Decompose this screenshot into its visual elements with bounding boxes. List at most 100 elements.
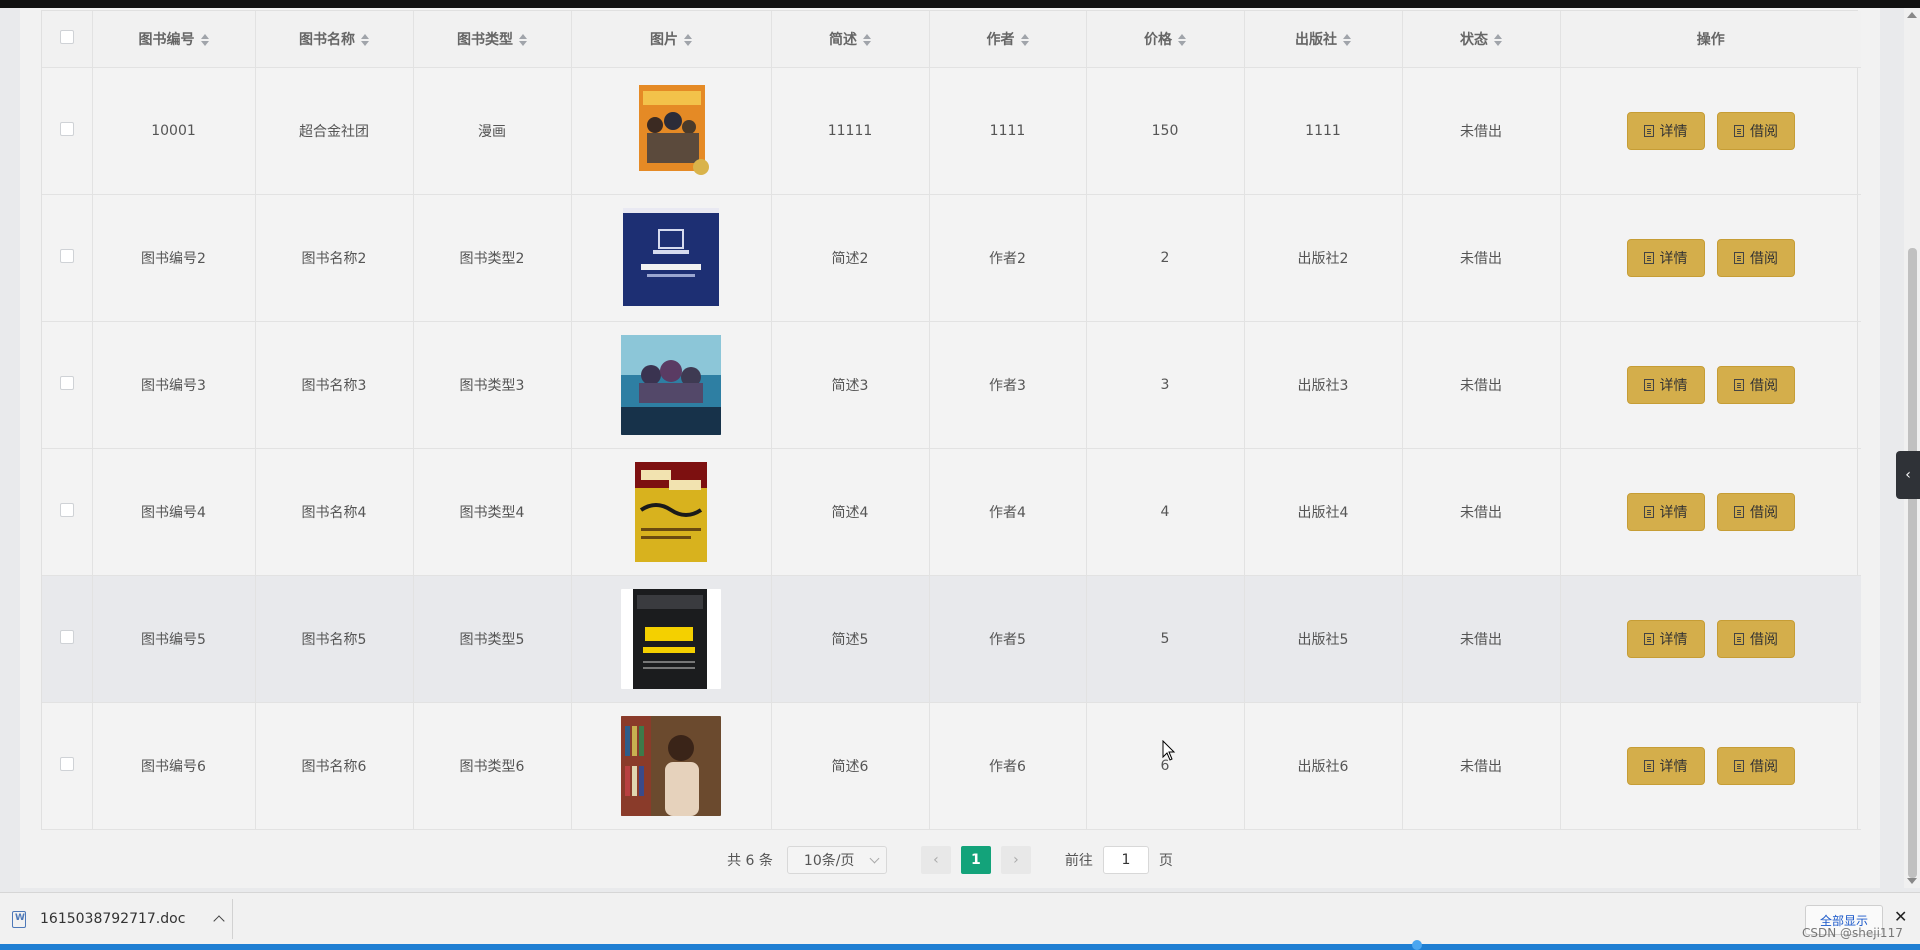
download-item[interactable]: 1615038792717.doc bbox=[12, 901, 226, 937]
progress-strip bbox=[0, 944, 1920, 950]
col-book-type[interactable]: 图书类型 bbox=[413, 11, 572, 68]
cell-book-type: 图书类型6 bbox=[413, 702, 572, 830]
cell-status: 未借出 bbox=[1402, 67, 1561, 195]
vertical-scrollbar[interactable] bbox=[1904, 8, 1920, 888]
row-checkbox[interactable] bbox=[59, 756, 74, 771]
sort-icon[interactable] bbox=[519, 33, 527, 46]
borrow-button[interactable]: 借阅 bbox=[1716, 619, 1795, 658]
next-page-button[interactable]: › bbox=[1000, 846, 1031, 874]
cell-image bbox=[571, 67, 772, 195]
sort-icon[interactable] bbox=[684, 33, 692, 46]
detail-button[interactable]: 详情 bbox=[1626, 365, 1705, 404]
borrow-button[interactable]: 借阅 bbox=[1716, 238, 1795, 277]
row-select-cell[interactable] bbox=[42, 321, 93, 449]
borrow-button-label: 借阅 bbox=[1749, 758, 1778, 775]
col-book-id-label: 图书编号 bbox=[138, 31, 195, 48]
table-row: 10001 超合金社团 漫画 11111 1111 150 1111 未借出 详… bbox=[42, 67, 1861, 195]
page-size-select[interactable]: 10条/页 bbox=[786, 846, 887, 874]
col-publisher[interactable]: 出版社 bbox=[1244, 11, 1403, 68]
sort-icon[interactable] bbox=[863, 33, 871, 46]
borrow-button[interactable]: 借阅 bbox=[1716, 365, 1795, 404]
row-select-cell[interactable] bbox=[42, 67, 93, 195]
book-table: 图书编号 图书名称 图书类型 图片 简述 作者 价格 出版社 状态 操作 100… bbox=[41, 10, 1861, 830]
table-row: 图书编号2 图书名称2 图书类型2 简述2 作者2 2 出版社2 未借出 详情 … bbox=[42, 194, 1861, 322]
row-select-cell[interactable] bbox=[42, 575, 93, 703]
cell-price: 150 bbox=[1086, 67, 1245, 195]
sort-icon[interactable] bbox=[1343, 33, 1351, 46]
row-select-cell[interactable] bbox=[42, 194, 93, 322]
borrow-button-label: 借阅 bbox=[1749, 504, 1778, 521]
col-book-name[interactable]: 图书名称 bbox=[255, 11, 414, 68]
chevron-up-icon[interactable] bbox=[213, 915, 226, 927]
borrow-button[interactable]: 借阅 bbox=[1716, 746, 1795, 785]
cell-image bbox=[571, 321, 772, 449]
detail-button[interactable]: 详情 bbox=[1626, 746, 1705, 785]
download-filename: 1615038792717.doc bbox=[40, 911, 186, 927]
select-all-cell[interactable] bbox=[42, 11, 93, 68]
col-desc-label: 简述 bbox=[829, 31, 857, 48]
book-cover-fantasy[interactable] bbox=[621, 334, 721, 435]
borrow-button-label: 借阅 bbox=[1749, 631, 1778, 648]
row-checkbox[interactable] bbox=[59, 248, 74, 263]
col-book-name-label: 图书名称 bbox=[299, 31, 355, 48]
cell-status: 未借出 bbox=[1402, 321, 1561, 449]
col-desc[interactable]: 简述 bbox=[771, 11, 930, 68]
book-photo-library[interactable] bbox=[621, 715, 721, 816]
cell-author: 作者6 bbox=[929, 702, 1087, 830]
detail-button-label: 详情 bbox=[1659, 377, 1688, 394]
col-price[interactable]: 价格 bbox=[1086, 11, 1245, 68]
col-book-id[interactable]: 图书编号 bbox=[92, 11, 256, 68]
page-number-current[interactable]: 1 bbox=[960, 846, 991, 874]
col-image[interactable]: 图片 bbox=[571, 11, 772, 68]
document-icon bbox=[1733, 378, 1744, 391]
goto-page-input[interactable]: 1 bbox=[1102, 846, 1149, 874]
cell-desc: 简述6 bbox=[771, 702, 930, 830]
close-icon[interactable]: ✕ bbox=[1894, 907, 1907, 926]
scroll-down-arrow-icon[interactable] bbox=[1907, 878, 1917, 884]
prev-page-button[interactable]: ‹ bbox=[920, 846, 951, 874]
borrow-button[interactable]: 借阅 bbox=[1716, 492, 1795, 531]
book-cover-management[interactable] bbox=[621, 588, 721, 689]
sort-icon[interactable] bbox=[1494, 33, 1502, 46]
detail-button-label: 详情 bbox=[1659, 758, 1688, 775]
col-status[interactable]: 状态 bbox=[1402, 11, 1561, 68]
select-all-checkbox[interactable] bbox=[59, 29, 74, 44]
row-select-cell[interactable] bbox=[42, 702, 93, 830]
cell-desc: 简述2 bbox=[771, 194, 930, 322]
detail-button[interactable]: 详情 bbox=[1626, 492, 1705, 531]
scrollbar-thumb[interactable] bbox=[1908, 248, 1917, 878]
document-icon bbox=[1643, 124, 1654, 137]
borrow-button[interactable]: 借阅 bbox=[1716, 111, 1795, 150]
row-select-cell[interactable] bbox=[42, 448, 93, 576]
cell-book-name: 图书名称3 bbox=[255, 321, 414, 449]
cell-author: 作者5 bbox=[929, 575, 1087, 703]
document-icon bbox=[1733, 505, 1744, 518]
document-icon bbox=[1643, 251, 1654, 264]
row-checkbox[interactable] bbox=[59, 375, 74, 390]
cell-publisher: 出版社4 bbox=[1244, 448, 1403, 576]
book-cover-robot[interactable] bbox=[621, 207, 721, 308]
chevron-down-icon bbox=[869, 853, 880, 863]
page-size-value: 10条/页 bbox=[803, 853, 855, 869]
row-checkbox[interactable] bbox=[59, 121, 74, 136]
scroll-up-arrow-icon[interactable] bbox=[1907, 12, 1917, 18]
cell-book-name: 超合金社团 bbox=[255, 67, 414, 195]
document-icon bbox=[1733, 632, 1744, 645]
cell-publisher: 出版社2 bbox=[1244, 194, 1403, 322]
sort-icon[interactable] bbox=[200, 33, 209, 46]
sort-icon[interactable] bbox=[361, 33, 369, 46]
col-author[interactable]: 作者 bbox=[929, 11, 1087, 68]
cell-book-id: 图书编号4 bbox=[92, 448, 256, 576]
sort-icon[interactable] bbox=[1178, 33, 1186, 46]
detail-button[interactable]: 详情 bbox=[1626, 619, 1705, 658]
book-cover-comic[interactable] bbox=[621, 81, 721, 181]
detail-button[interactable]: 详情 bbox=[1626, 111, 1705, 150]
book-cover-health[interactable] bbox=[621, 461, 721, 562]
row-checkbox[interactable] bbox=[59, 502, 74, 517]
row-checkbox[interactable] bbox=[59, 629, 74, 644]
side-panel-toggle[interactable]: ‹ bbox=[1896, 451, 1920, 499]
detail-button[interactable]: 详情 bbox=[1626, 238, 1705, 277]
col-actions: 操作 bbox=[1560, 11, 1861, 68]
sort-icon[interactable] bbox=[1020, 33, 1029, 46]
cell-book-name: 图书名称6 bbox=[255, 702, 414, 830]
